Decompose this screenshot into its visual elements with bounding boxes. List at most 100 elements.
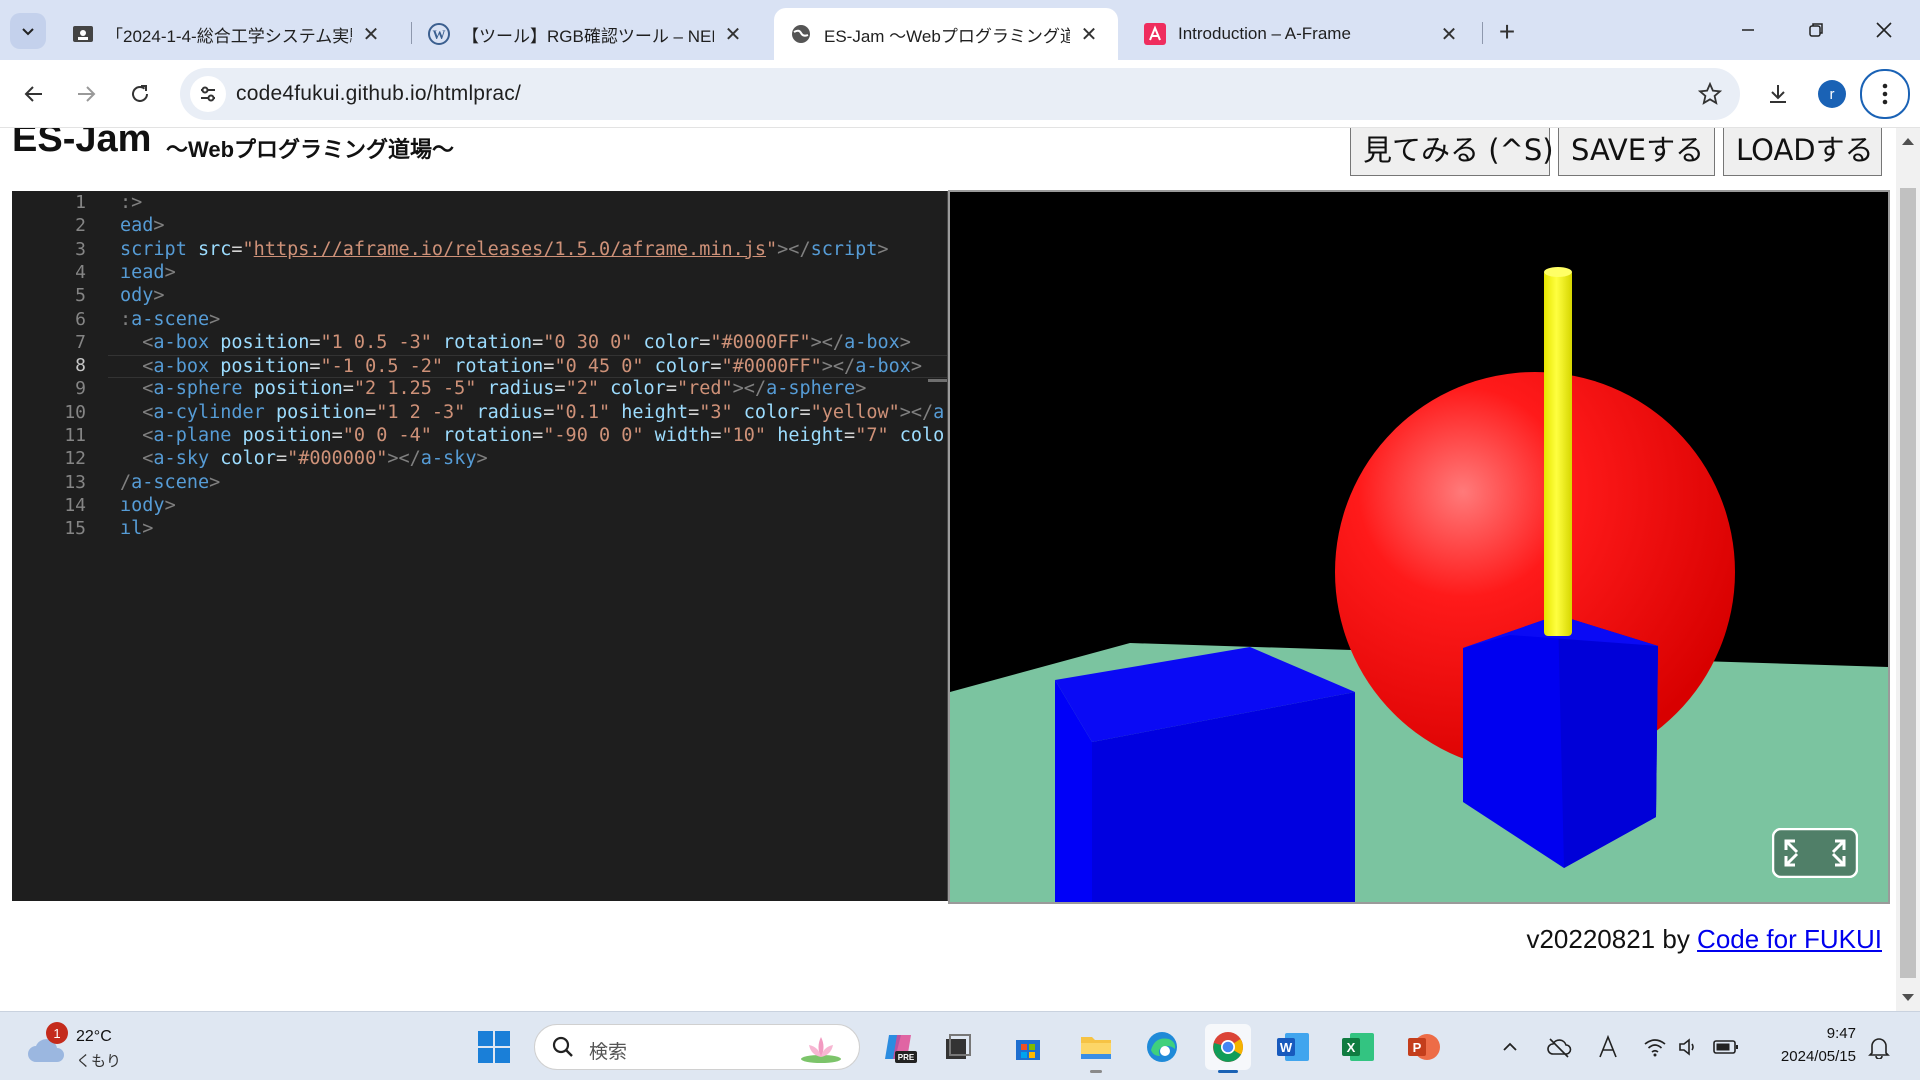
code-token: ></ [732, 378, 767, 400]
code-token: "0 45 0" [554, 356, 644, 378]
code-token: rotation [443, 425, 533, 446]
tab-aframe[interactable]: Introduction – A-Frame ✕ [1128, 8, 1478, 60]
code-line[interactable]: <a-cylinder position="1 2 -3" radius="0.… [120, 402, 944, 423]
code-token: > [153, 285, 165, 307]
onedrive-button[interactable] [1544, 1032, 1574, 1062]
tab-rgb-tool[interactable]: W 【ツール】RGB確認ツール – NEMOT ✕ [412, 8, 762, 60]
code-editor[interactable]: 1 2 3 4 5 6 7 8 9 10 11 12 13 14 15 :> ead> script src="… [12, 191, 948, 901]
code-line[interactable]: <a-box position="-1 0.5 -2" rotation="0 … [108, 355, 948, 379]
word-button[interactable]: W [1270, 1024, 1316, 1070]
taskbar-search[interactable]: 検索 [534, 1024, 860, 1070]
code-token: height [621, 401, 689, 423]
scrollbar-thumb[interactable] [1900, 188, 1916, 978]
volume-button[interactable] [1674, 1032, 1704, 1062]
wifi-button[interactable] [1640, 1032, 1670, 1062]
code-token: "7" [855, 425, 889, 446]
running-indicator [1090, 1070, 1102, 1073]
scroll-down-arrow[interactable] [1902, 994, 1914, 1001]
close-window-button[interactable] [1862, 10, 1906, 50]
code-line[interactable]: /a-scene> [120, 472, 220, 493]
code-token: < [142, 331, 154, 353]
code-token: radius [476, 401, 544, 423]
profile-button[interactable]: r [1810, 72, 1854, 116]
url-text[interactable]: code4fukui.github.io/htmlprac/ [236, 82, 521, 106]
code-token: = [309, 356, 321, 378]
excel-icon: X [1342, 1033, 1374, 1061]
site-info-button[interactable] [190, 76, 226, 112]
file-explorer-button[interactable] [1073, 1024, 1119, 1073]
code-token: = [710, 425, 722, 446]
code-token: a-scene [131, 308, 210, 330]
chrome-button[interactable] [1205, 1024, 1251, 1073]
page-scrollbar[interactable] [1896, 128, 1920, 1011]
search-placeholder: 検索 [589, 1042, 628, 1063]
code-line[interactable]: <a-sphere position="2 1.25 -5" radius="2… [120, 378, 866, 399]
start-button[interactable] [471, 1024, 517, 1070]
restore-button[interactable] [1794, 10, 1838, 50]
forward-button[interactable] [64, 72, 108, 116]
close-icon[interactable]: ✕ [1076, 21, 1102, 47]
task-view-button[interactable] [936, 1024, 982, 1070]
code-line[interactable]: ody> [120, 285, 165, 306]
browser-menu-button[interactable] [1860, 69, 1910, 119]
code-line[interactable]: ead> [120, 215, 165, 236]
tab-classroom[interactable]: 「2024-1-4-総合工学システム実験 ✕ [56, 8, 400, 60]
code-for-fukui-link[interactable]: Code for FUKUI [1697, 924, 1882, 954]
tab-search-button[interactable] [10, 13, 46, 49]
powerpoint-button[interactable]: P [1401, 1024, 1447, 1070]
downloads-button[interactable] [1756, 72, 1800, 116]
preview-button[interactable]: 見てみる (^S) [1350, 128, 1554, 176]
ime-button[interactable] [1593, 1032, 1623, 1062]
code-line[interactable]: ıl> [120, 518, 153, 539]
line-number: 4 [75, 261, 86, 283]
edge-button[interactable] [1139, 1024, 1185, 1070]
new-tab-button[interactable]: + [1490, 15, 1524, 49]
code-line[interactable]: :> [120, 192, 142, 213]
show-hidden-icons-button[interactable] [1495, 1032, 1525, 1062]
weather-widget[interactable]: 1 22°C くもり [26, 1022, 146, 1072]
close-icon[interactable]: ✕ [1436, 21, 1462, 47]
code-line[interactable]: ıead> [120, 262, 176, 283]
scroll-marker [928, 379, 948, 382]
code-token: "#0000FF" [721, 356, 822, 378]
clock[interactable]: 9:47 2024/05/15 [1756, 1022, 1856, 1068]
code-token: :> [120, 192, 143, 213]
store-button[interactable] [1005, 1024, 1051, 1070]
code-line[interactable]: <a-box position="1 0.5 -3" rotation="0 3… [120, 332, 911, 353]
code-token: = [331, 425, 343, 446]
save-button[interactable]: SAVEする [1558, 128, 1715, 176]
tab-separator [1482, 22, 1483, 44]
notifications-button[interactable] [1864, 1032, 1894, 1062]
excel-button[interactable]: X [1335, 1024, 1381, 1070]
close-icon[interactable]: ✕ [720, 21, 746, 47]
code-line[interactable]: <a-plane position="0 0 -4" rotation="-90… [120, 425, 944, 446]
classroom-icon [72, 23, 94, 45]
code-token: "3" [699, 401, 733, 423]
scroll-up-arrow[interactable] [1902, 138, 1914, 145]
svg-text:W: W [1280, 1040, 1293, 1055]
back-button[interactable] [12, 72, 56, 116]
address-bar[interactable]: code4fukui.github.io/htmlprac/ [180, 68, 1740, 120]
line-number-gutter: 1 2 3 4 5 6 7 8 9 10 11 12 13 14 15 [12, 191, 86, 901]
code-line[interactable]: script src="https://aframe.io/releases/1… [120, 239, 889, 260]
code-token: position [253, 378, 343, 400]
code-line[interactable]: <a-sky color="#000000"></a-sky> [120, 448, 487, 469]
aframe-viewport[interactable] [948, 190, 1890, 904]
reload-button[interactable] [118, 72, 162, 116]
tab-es-jam[interactable]: ES-Jam 〜Webプログラミング道場〜 ✕ [774, 8, 1118, 60]
code-area[interactable]: :> ead> script src="https://aframe.io/rele… [108, 191, 948, 901]
code-line[interactable]: ıody> [120, 495, 176, 516]
code-line[interactable]: :a-scene> [120, 309, 220, 330]
fullscreen-button[interactable] [1771, 827, 1859, 879]
load-button[interactable]: LOADする [1723, 128, 1882, 176]
code-token: = [231, 238, 243, 260]
code-token: a [933, 401, 945, 423]
copilot-button[interactable]: PRE [876, 1024, 922, 1070]
bookmark-button[interactable] [1694, 78, 1726, 110]
close-icon[interactable]: ✕ [358, 21, 384, 47]
minimize-button[interactable] [1726, 10, 1770, 50]
battery-button[interactable] [1711, 1032, 1741, 1062]
